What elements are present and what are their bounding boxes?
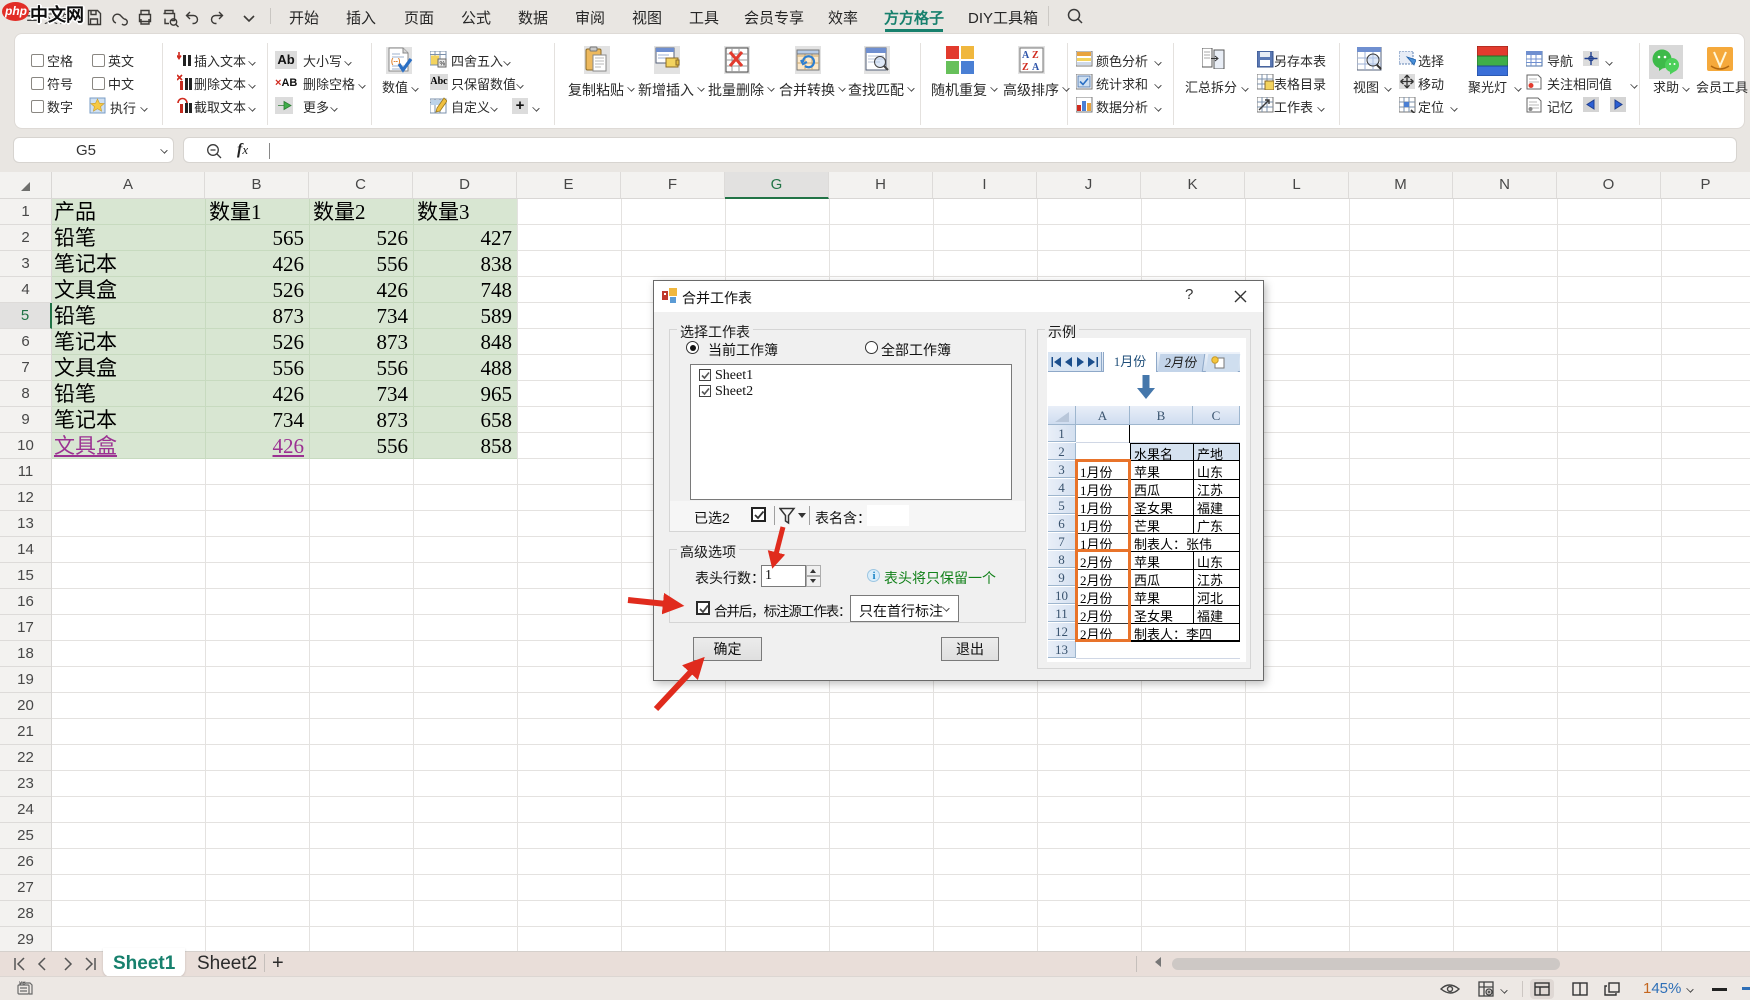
svg-text:VB: VB bbox=[19, 981, 26, 987]
svg-text:Z: Z bbox=[1032, 50, 1039, 61]
svg-text:Z: Z bbox=[1022, 62, 1029, 73]
svg-text:A: A bbox=[1022, 50, 1030, 61]
svg-text:A: A bbox=[1032, 62, 1040, 73]
svg-text:%: % bbox=[440, 61, 446, 68]
